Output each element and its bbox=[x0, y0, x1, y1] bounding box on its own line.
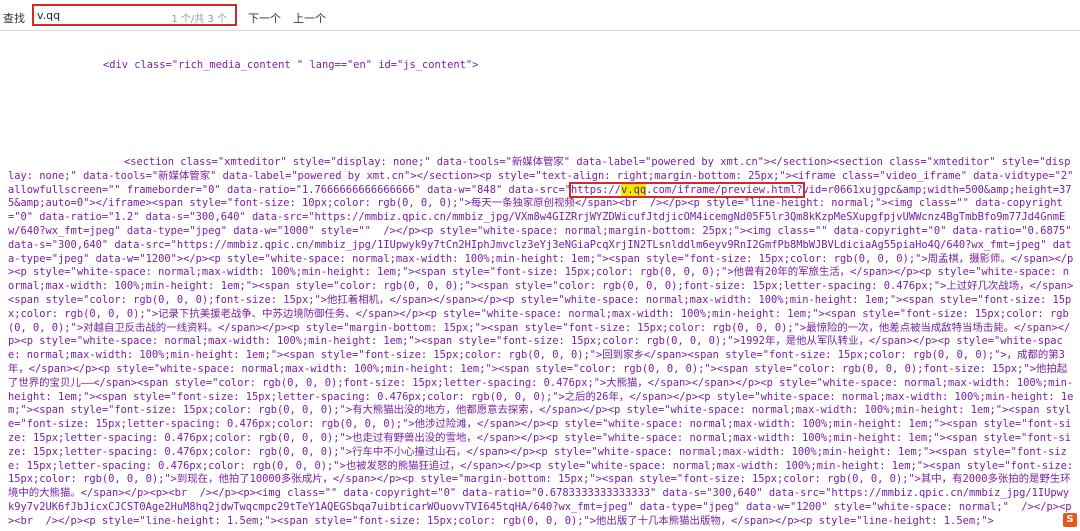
source-code-block: <section class="xmteditor" style="displa… bbox=[8, 156, 1074, 529]
find-bar: 查找 1 个/共 3 个 下一个 上一个 bbox=[0, 0, 1080, 31]
search-match: v.qq bbox=[621, 183, 647, 196]
find-input[interactable] bbox=[37, 8, 157, 23]
find-label: 查找 bbox=[3, 12, 25, 25]
source-text-after: vid=r0661xujgpc&amp;width=500&amp;height… bbox=[8, 183, 1080, 527]
find-next-button[interactable]: 下一个 bbox=[248, 10, 281, 26]
find-match-count: 1 个/共 3 个 bbox=[171, 14, 227, 25]
url-suffix: .com/iframe/preview.html? bbox=[646, 183, 803, 196]
url-prefix: https:// bbox=[571, 183, 622, 196]
find-input-box[interactable]: 1 个/共 3 个 bbox=[32, 4, 237, 26]
highlighted-url: https://v.qq.com/iframe/preview.html? bbox=[569, 181, 805, 198]
source-line-open-div: <div class="rich_media_content " lang=="… bbox=[103, 59, 479, 71]
find-previous-button[interactable]: 上一个 bbox=[293, 10, 326, 26]
source-viewer[interactable]: <div class="rich_media_content " lang=="… bbox=[0, 31, 1080, 531]
ime-s-icon[interactable]: S bbox=[1063, 513, 1077, 527]
